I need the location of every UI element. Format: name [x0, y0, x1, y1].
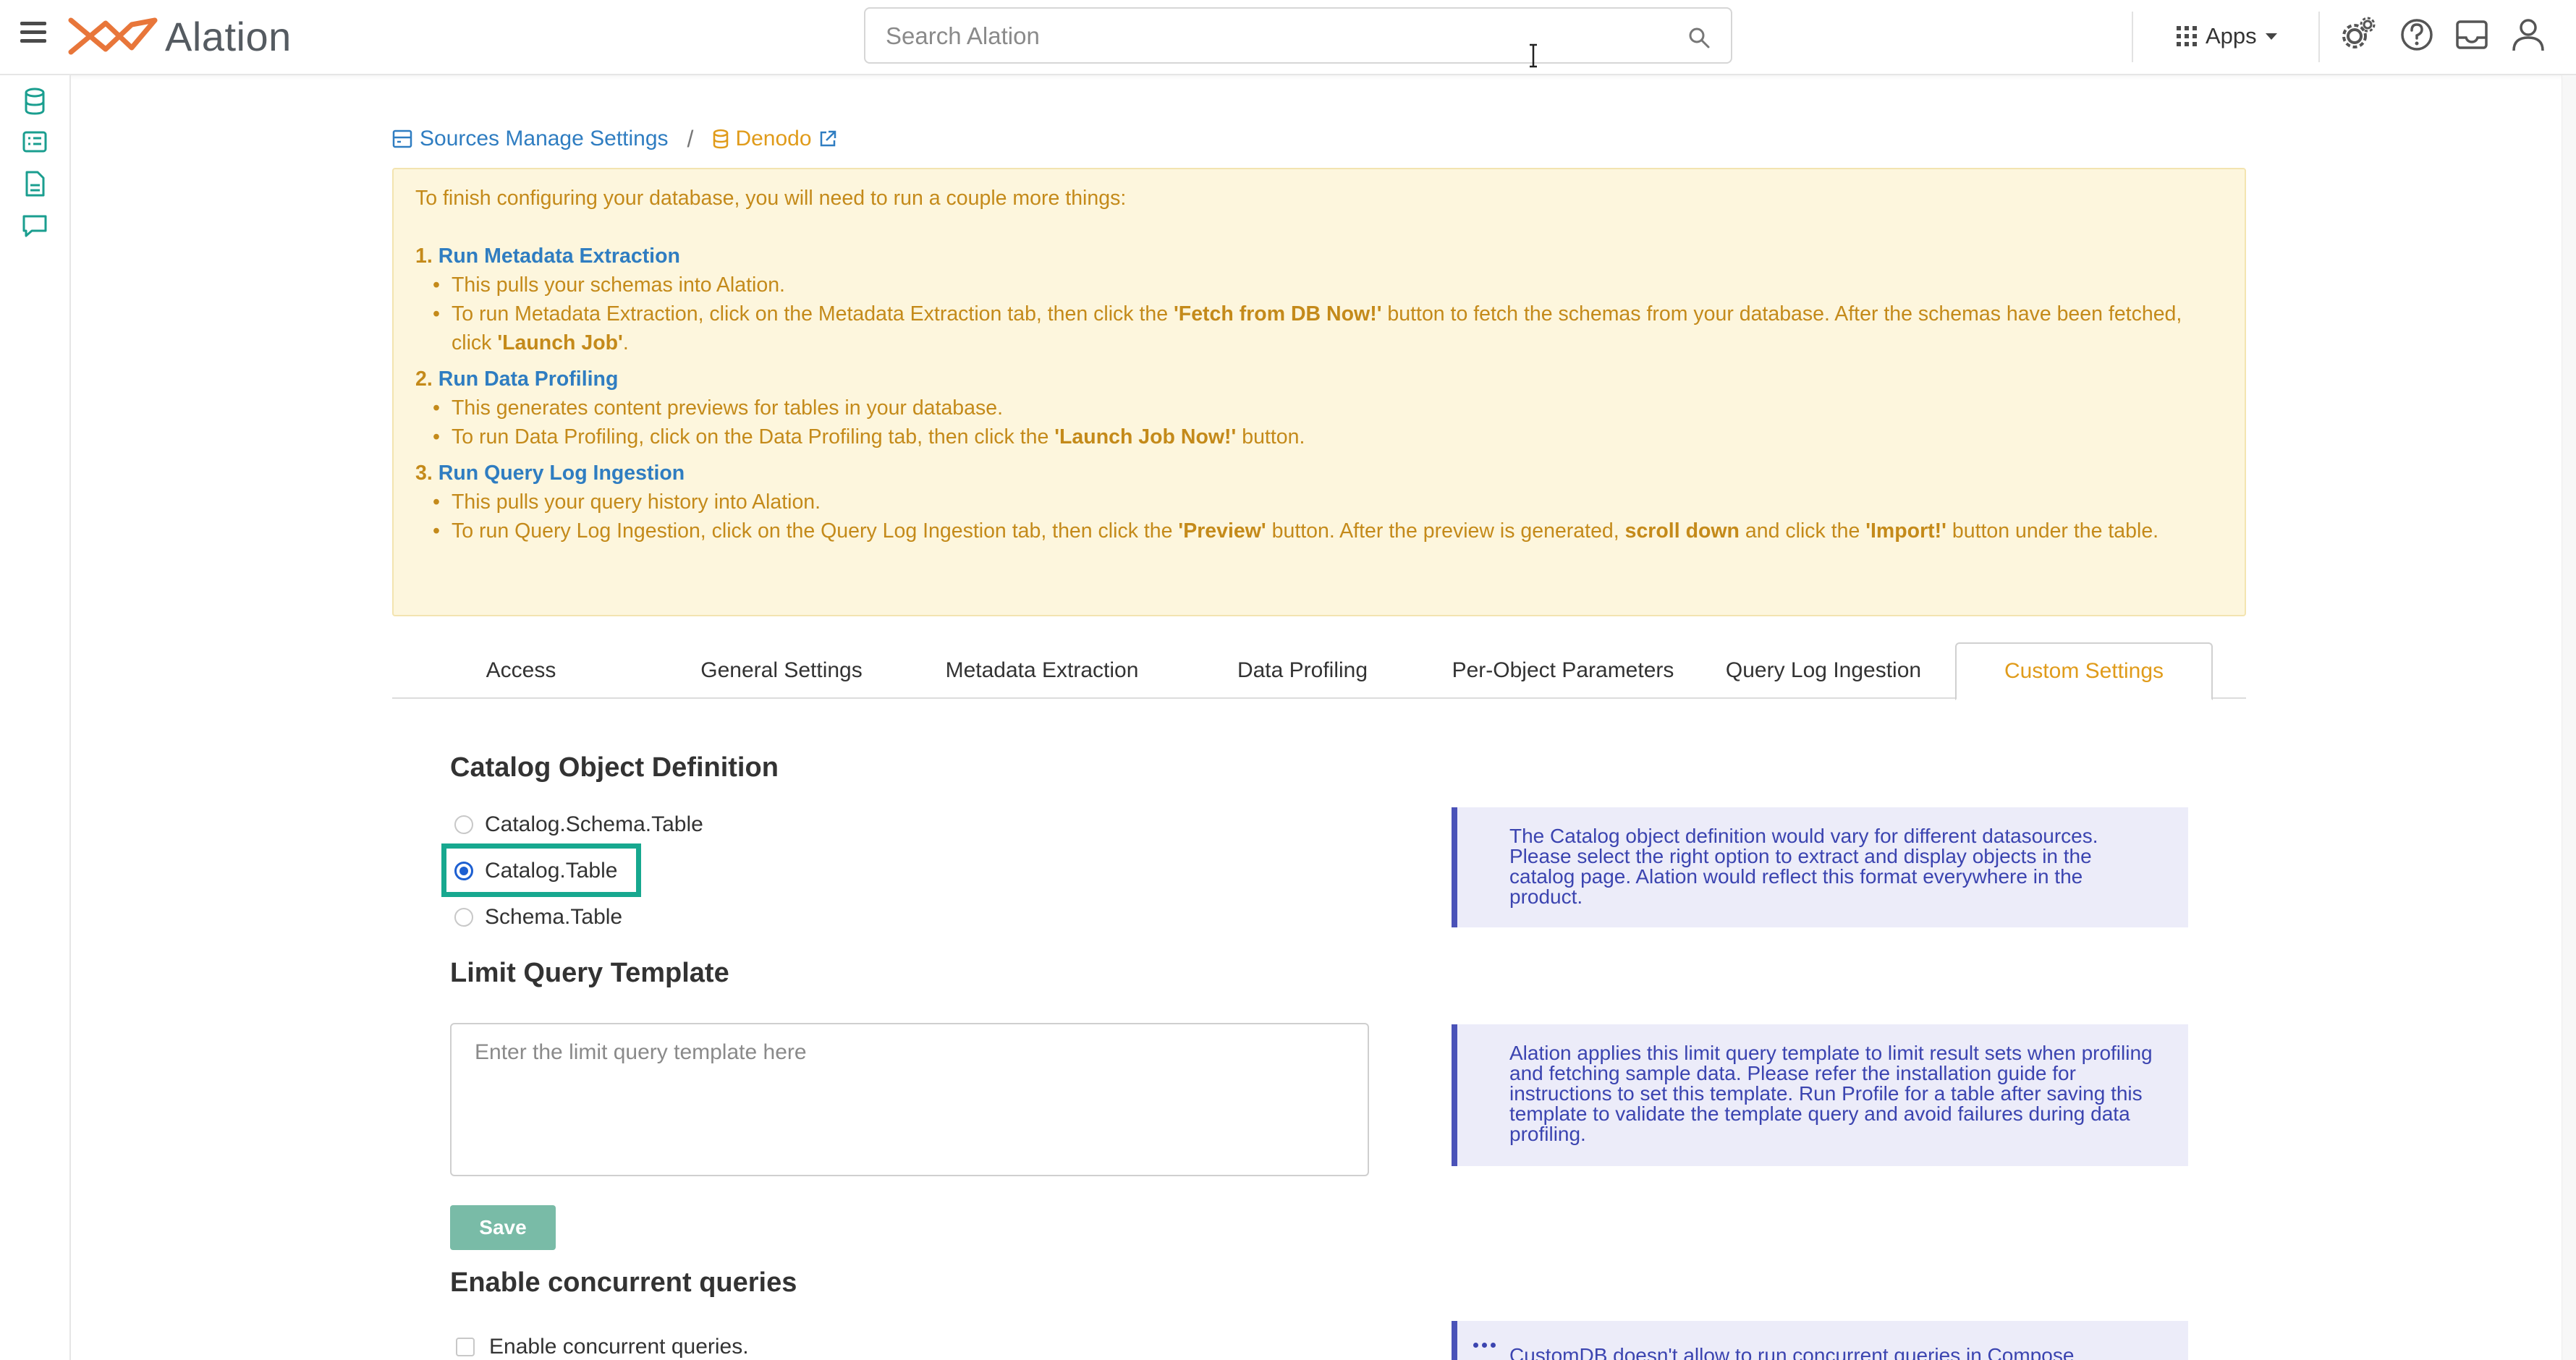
text-cursor-icon — [1530, 43, 1537, 68]
hamburger-menu-icon[interactable] — [20, 22, 46, 48]
more-dots-icon — [1473, 1343, 1496, 1348]
catalog-list-icon[interactable] — [20, 127, 49, 156]
step-title: Run Metadata Extraction — [438, 245, 680, 268]
radio-schema-table[interactable]: Schema.Table — [454, 901, 622, 933]
step-bullet: To run Metadata Extraction, click on the… — [433, 299, 2223, 357]
caret-down-icon — [2265, 33, 2277, 40]
search-input[interactable] — [886, 17, 1667, 55]
breadcrumb-sources-label: Sources Manage Settings — [420, 127, 669, 150]
document-icon[interactable] — [20, 169, 49, 198]
help-icon[interactable] — [2397, 14, 2437, 55]
logo-wordmark: Alation — [165, 13, 292, 59]
nav-divider — [2318, 12, 2320, 62]
concurrent-queries-info: CustomDB doesn't allow to run concurrent… — [1452, 1321, 2188, 1360]
left-rail — [0, 75, 71, 1360]
catalog-definition-title: Catalog Object Definition — [450, 752, 779, 783]
sources-icon — [392, 129, 412, 148]
catalog-definition-info: The Catalog object definition would vary… — [1452, 807, 2188, 927]
database-icon — [713, 129, 729, 149]
breadcrumb-datasource-link[interactable]: Denodo — [712, 127, 843, 151]
step-title: Run Data Profiling — [438, 367, 619, 391]
selection-highlight-box — [441, 843, 641, 897]
database-icon[interactable] — [20, 87, 49, 116]
step-bullet: To run Data Profiling, click on the Data… — [433, 422, 2223, 451]
alation-logo[interactable]: Alation — [65, 10, 292, 62]
tab-per-object-parameters[interactable]: Per-Object Parameters — [1434, 642, 1692, 699]
save-button[interactable]: Save — [450, 1205, 556, 1250]
setup-instructions-notice: To finish configuring your database, you… — [392, 168, 2246, 616]
radio-label: Catalog.Schema.Table — [485, 812, 703, 836]
tab-data-profiling[interactable]: Data Profiling — [1174, 642, 1431, 699]
checkbox-label: Enable concurrent queries. — [489, 1335, 749, 1359]
concurrent-info-text: CustomDB doesn't allow to run concurrent… — [1509, 1344, 2075, 1360]
external-link-icon[interactable] — [818, 129, 838, 149]
step-number: 2. — [415, 367, 433, 391]
step-number: 3. — [415, 462, 433, 485]
breadcrumb-datasource-label: Denodo — [735, 127, 812, 150]
global-search[interactable] — [864, 7, 1732, 64]
tab-query-log-ingestion[interactable]: Query Log Ingestion — [1695, 642, 1952, 699]
step-number: 1. — [415, 245, 433, 268]
tab-access[interactable]: Access — [392, 642, 650, 699]
tab-general-settings[interactable]: General Settings — [653, 642, 910, 699]
breadcrumb-sources-link[interactable]: Sources Manage Settings — [392, 127, 669, 151]
search-icon[interactable] — [1687, 26, 1711, 49]
step-title: Run Query Log Ingestion — [438, 462, 685, 485]
step-bullet: This generates content previews for tabl… — [433, 394, 2223, 422]
tab-metadata-extraction[interactable]: Metadata Extraction — [913, 642, 1171, 699]
inbox-icon[interactable] — [2452, 14, 2492, 55]
radio-button[interactable] — [454, 908, 473, 927]
settings-tabs: Access General Settings Metadata Extract… — [392, 642, 2246, 700]
step-bullet: This pulls your query history into Alati… — [433, 488, 2223, 517]
settings-gears-icon[interactable] — [2339, 14, 2379, 55]
page-scrollbar[interactable] — [2562, 75, 2576, 1360]
limit-query-template-input[interactable] — [450, 1023, 1369, 1176]
step-bullet: This pulls your schemas into Alation. — [433, 271, 2223, 299]
notice-step-2: 2. Run Data Profiling This generates con… — [415, 365, 2223, 451]
radio-button[interactable] — [454, 815, 473, 834]
radio-label: Schema.Table — [485, 905, 623, 929]
user-profile-icon[interactable] — [2508, 14, 2549, 55]
enable-concurrent-checkbox-row[interactable]: Enable concurrent queries. — [456, 1333, 749, 1360]
nav-divider — [2132, 12, 2133, 62]
conversation-icon[interactable] — [20, 211, 49, 240]
breadcrumb: Sources Manage Settings / Denodo — [392, 122, 844, 156]
notice-intro: To finish configuring your database, you… — [415, 187, 1127, 210]
apps-grid-icon — [2177, 26, 2197, 46]
checkbox[interactable] — [456, 1338, 475, 1356]
top-nav-bar: Alation Apps — [0, 0, 2576, 75]
alation-logo-mark-icon — [68, 17, 158, 55]
limit-query-info: Alation applies this limit query templat… — [1452, 1024, 2188, 1166]
limit-query-title: Limit Query Template — [450, 958, 729, 988]
apps-label: Apps — [2206, 23, 2257, 48]
notice-step-3: 3. Run Query Log Ingestion This pulls yo… — [415, 459, 2223, 545]
radio-catalog-schema-table[interactable]: Catalog.Schema.Table — [454, 809, 703, 841]
tab-custom-settings[interactable]: Custom Settings — [1955, 642, 2213, 700]
notice-step-1: 1. Run Metadata Extraction This pulls yo… — [415, 242, 2223, 357]
apps-menu-button[interactable]: Apps — [2177, 19, 2277, 54]
step-bullet: To run Query Log Ingestion, click on the… — [433, 517, 2223, 545]
concurrent-queries-title: Enable concurrent queries — [450, 1267, 797, 1298]
breadcrumb-separator: / — [687, 125, 694, 152]
